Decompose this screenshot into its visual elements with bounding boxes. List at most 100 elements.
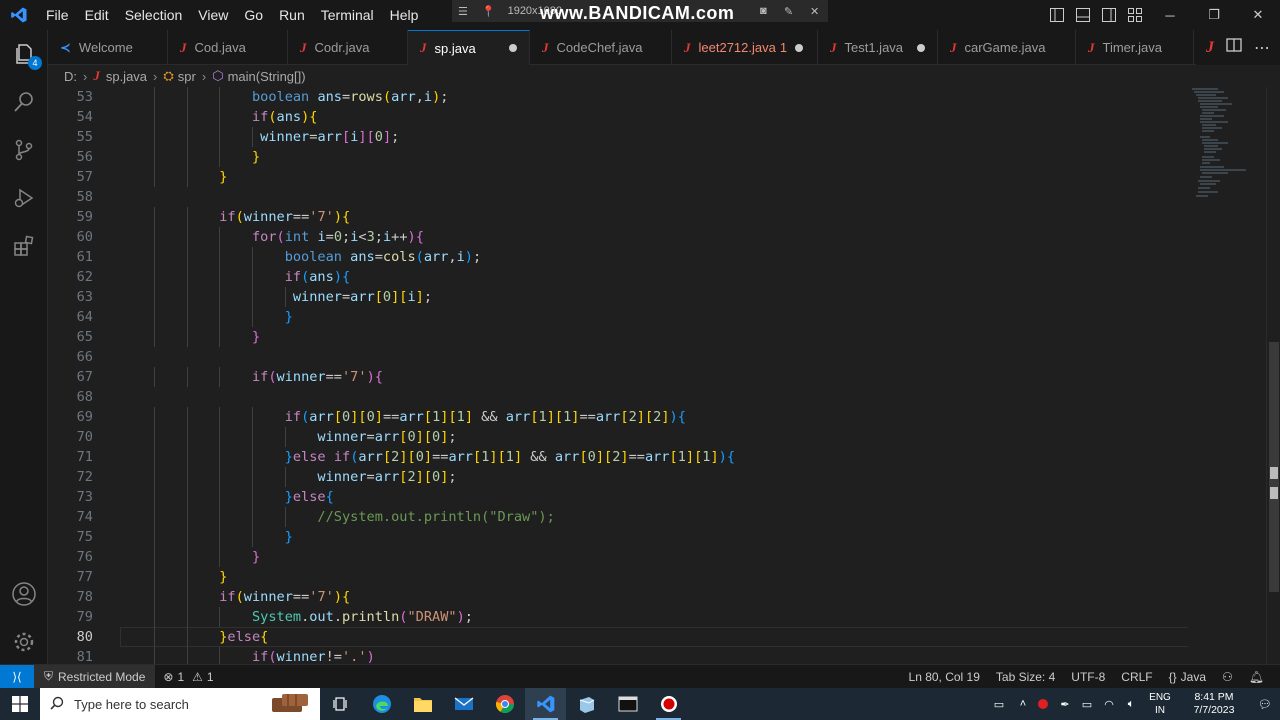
code-line[interactable]: 66 (48, 347, 1188, 367)
maximize-icon[interactable]: ❐ (1192, 0, 1236, 30)
close-icon[interactable]: ✕ (1236, 0, 1280, 30)
language-mode[interactable]: {} Java (1161, 670, 1214, 684)
mail-icon[interactable] (443, 688, 484, 720)
code-line[interactable]: 70 winner=arr[0][0]; (48, 427, 1188, 447)
chrome-browser-icon[interactable] (484, 688, 525, 720)
tab-cod-java[interactable]: J Cod.java (168, 30, 288, 65)
breadcrumb-class[interactable]: spr (178, 69, 196, 84)
customize-layout-icon[interactable] (1122, 0, 1148, 30)
vscode-taskbar-icon[interactable] (525, 688, 566, 720)
code-editor[interactable]: 53 boolean ans=rows(arr,i); 54 if(ans){55… (48, 87, 1188, 664)
minimize-icon[interactable]: ─ (1148, 0, 1192, 30)
code-line[interactable]: 62 if(ans){ (48, 267, 1188, 287)
terminal-icon[interactable] (607, 688, 648, 720)
record-tray-icon[interactable] (1032, 688, 1054, 720)
code-line[interactable]: 63 winner=arr[0][i]; (48, 287, 1188, 307)
code-line[interactable]: 60 for(int i=0;i<3;i++){ (48, 227, 1188, 247)
code-line[interactable]: 69 if(arr[0][0]==arr[1][1] && arr[1][1]=… (48, 407, 1188, 427)
notifications-bell-icon[interactable]: 🔔︎ (1241, 670, 1272, 684)
bandicam-record-icon[interactable] (648, 688, 689, 720)
recorder-pin-icon[interactable]: 📍 (482, 5, 496, 18)
explorer-icon[interactable]: 4 (0, 30, 48, 78)
problems-indicator[interactable]: ⊗ 1 ⚠ 1 (155, 670, 221, 684)
taskbar-search-box[interactable]: Type here to search (40, 688, 320, 720)
code-line[interactable]: 78 if(winner=='7'){ (48, 587, 1188, 607)
task-view-icon[interactable] (320, 688, 361, 720)
extensions-icon[interactable] (0, 222, 48, 270)
tab-timer-java[interactable]: J Timer.java (1076, 30, 1194, 65)
tab-sp-java[interactable]: J sp.java (408, 30, 530, 65)
run-debug-icon[interactable] (0, 174, 48, 222)
code-line[interactable]: 53 boolean ans=rows(arr,i); (48, 87, 1188, 107)
toggle-panel-icon[interactable] (1070, 0, 1096, 30)
code-line[interactable]: 80 }else{ (48, 627, 1188, 647)
tab-welcome[interactable]: ≺ Welcome (48, 30, 168, 65)
restricted-mode-indicator[interactable]: ⛨ Restricted Mode (34, 664, 156, 689)
code-line[interactable]: 67 if(winner=='7'){ (48, 367, 1188, 387)
code-line[interactable]: 79 System.out.println("DRAW"); (48, 607, 1188, 627)
source-control-icon[interactable] (0, 126, 48, 174)
battery-icon[interactable]: ▭ (1076, 688, 1098, 720)
code-line[interactable]: 59 if(winner=='7'){ (48, 207, 1188, 227)
input-language[interactable]: ENG IN (1142, 691, 1178, 717)
tab-codr-java[interactable]: J Codr.java (288, 30, 408, 65)
notification-center-icon[interactable]: 💬︎ (1250, 688, 1280, 720)
more-actions-icon[interactable]: ⋯ (1254, 38, 1270, 58)
recorder-close-icon[interactable]: ✕ (810, 5, 819, 18)
accounts-icon[interactable] (0, 570, 48, 618)
code-line[interactable]: 76 } (48, 547, 1188, 567)
menu-help[interactable]: Help (382, 0, 427, 30)
unsaved-dot-icon[interactable] (917, 43, 925, 52)
tab-cargame-java[interactable]: J carGame.java (938, 30, 1076, 65)
code-line[interactable]: 64 } (48, 307, 1188, 327)
volume-icon[interactable]: 🔈︎ (1120, 688, 1142, 720)
tab-size[interactable]: Tab Size: 4 (988, 670, 1063, 684)
minimap[interactable] (1188, 87, 1268, 664)
remote-icon[interactable]: ⟩⟨ (0, 664, 34, 689)
code-line[interactable]: 61 boolean ans=cols(arr,i); (48, 247, 1188, 267)
windows-start-icon[interactable] (0, 688, 40, 720)
edge-browser-icon[interactable] (361, 688, 402, 720)
code-line[interactable]: 72 winner=arr[2][0]; (48, 467, 1188, 487)
meet-now-icon[interactable]: ▭ (984, 688, 1014, 720)
code-line[interactable]: 71 }else if(arr[2][0]==arr[1][1] && arr[… (48, 447, 1188, 467)
menu-edit[interactable]: Edit (77, 0, 117, 30)
cursor-position[interactable]: Ln 80, Col 19 (901, 670, 988, 684)
encoding[interactable]: UTF-8 (1063, 670, 1113, 684)
toggle-sidebar-icon[interactable] (1044, 0, 1070, 30)
tab-codechef-java[interactable]: J CodeChef.java (530, 30, 672, 65)
search-icon[interactable] (0, 78, 48, 126)
network-icon[interactable]: ◠ (1098, 688, 1120, 720)
breadcrumb-drive[interactable]: D: (64, 69, 77, 84)
end-of-line[interactable]: CRLF (1113, 670, 1160, 684)
menu-terminal[interactable]: Terminal (313, 0, 382, 30)
menu-run[interactable]: Run (271, 0, 313, 30)
code-line[interactable]: 55 winner=arr[i][0]; (48, 127, 1188, 147)
menu-file[interactable]: File (38, 0, 77, 30)
code-line[interactable]: 65 } (48, 327, 1188, 347)
code-line[interactable]: 81 if(winner!='.') (48, 647, 1188, 664)
toggle-secondary-sidebar-icon[interactable] (1096, 0, 1122, 30)
clock[interactable]: 8:41 PM 7/7/2023 (1178, 691, 1250, 717)
breadcrumb-file[interactable]: sp.java (106, 69, 147, 84)
recorder-pen-icon[interactable]: ✎ (784, 5, 793, 18)
split-editor-icon[interactable] (1226, 37, 1242, 58)
app-cube-icon[interactable] (566, 688, 607, 720)
copilot-icon[interactable]: ⚇ (1214, 670, 1241, 684)
code-line[interactable]: 74 //System.out.println("Draw"); (48, 507, 1188, 527)
pen-tray-icon[interactable]: ✒ (1054, 688, 1076, 720)
settings-gear-icon[interactable] (0, 618, 48, 666)
breadcrumb-method[interactable]: main(String[]) (228, 69, 306, 84)
chevron-up-icon[interactable]: ˄ (1014, 688, 1032, 720)
code-line[interactable]: 56 } (48, 147, 1188, 167)
menu-go[interactable]: Go (236, 0, 271, 30)
recorder-camera-icon[interactable]: ◙ (760, 5, 767, 17)
code-line[interactable]: 73 }else{ (48, 487, 1188, 507)
editor-scrollbar[interactable] (1266, 87, 1280, 664)
unsaved-dot-icon[interactable] (509, 44, 517, 52)
code-line[interactable]: 75 } (48, 527, 1188, 547)
unsaved-dot-icon[interactable] (795, 43, 804, 52)
recorder-menu-icon[interactable]: ☰ (458, 5, 468, 18)
tab-leet2712-java[interactable]: J leet2712.java 1 (672, 30, 818, 65)
code-line[interactable]: 68 (48, 387, 1188, 407)
